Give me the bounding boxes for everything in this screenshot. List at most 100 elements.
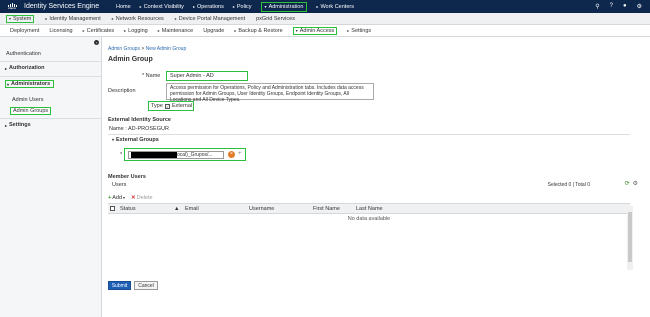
subnav-label: System	[13, 15, 32, 22]
column-first-name[interactable]: First Name	[313, 206, 340, 212]
external-groups-title[interactable]: ▾ External Groups	[112, 137, 159, 143]
cancel-button[interactable]: Cancel	[134, 281, 158, 290]
tab-logging[interactable]: ▸ Logging	[124, 28, 148, 34]
sort-icon[interactable]: ▲	[174, 206, 179, 212]
settings-icon[interactable]: ⚙	[633, 180, 638, 187]
system-subnav: Deployment Licensing ▸ Certificates ▸ Logg…	[0, 25, 650, 37]
column-status[interactable]: Status	[120, 206, 136, 212]
member-users-toolbar: + Add ▾ ✕ Delete	[108, 192, 630, 204]
divider	[108, 134, 630, 135]
caret-right-icon: ▸	[139, 4, 142, 9]
caret-right-icon: ▸	[111, 16, 114, 21]
caret-right-icon: ▸	[82, 28, 85, 33]
delete-button[interactable]: ✕ Delete	[131, 195, 153, 201]
breadcrumb-separator: >	[141, 46, 145, 52]
sidebar-item-settings[interactable]: ▸ Settings	[5, 122, 31, 128]
subnav-device-portal-management[interactable]: ▸ Device Portal Management	[175, 16, 245, 22]
column-username[interactable]: Username	[249, 206, 274, 212]
caret-right-icon: ▸	[5, 65, 8, 71]
sidebar-item-admin-users[interactable]: Admin Users	[12, 97, 43, 103]
external-identity-title: External Identity Source	[108, 117, 171, 123]
tab-maintenance[interactable]: ▸ Maintenance	[158, 28, 194, 34]
external-group-value: ocal)_Grupos/...	[177, 152, 213, 158]
required-mark: *	[142, 73, 145, 79]
tab-licensing[interactable]: Licensing	[49, 28, 72, 34]
top-nav: Home ▸ Context Visibility ▸ Operations ▸ Po…	[116, 1, 354, 12]
top-nav-label: Policy	[236, 3, 252, 10]
subnav-pxgrid-services[interactable]: pxGrid Services	[256, 16, 295, 22]
search-icon[interactable]: ⚲	[595, 3, 599, 10]
submit-button[interactable]: Submit	[108, 281, 131, 290]
tab-backup-restore[interactable]: ▸ Backup & Restore	[234, 28, 282, 34]
page-title: Admin Group	[108, 56, 153, 63]
empty-table-message: No data available	[347, 216, 391, 222]
tab-upgrade[interactable]: Upgrade	[203, 28, 224, 34]
caret-down-icon: ▾	[7, 81, 10, 87]
tab-label: Deployment	[10, 27, 40, 34]
top-nav-policy[interactable]: ▸ Policy	[233, 4, 252, 10]
subnav-identity-management[interactable]: ▸ Identity Management	[45, 16, 100, 22]
breadcrumb-current: New Admin Group	[145, 46, 187, 52]
sidebar-item-label: Settings	[9, 122, 31, 128]
caret-right-icon: ▸	[234, 28, 237, 33]
column-last-name[interactable]: Last Name	[356, 206, 383, 212]
gear-icon[interactable]: ⚙	[637, 3, 642, 10]
tab-deployment[interactable]: Deployment	[10, 28, 39, 34]
breadcrumb-parent-link[interactable]: Admin Groups	[108, 46, 140, 52]
checkbox	[110, 206, 115, 211]
name-field[interactable]: Super Admin - AD	[166, 71, 248, 81]
select-all-checkbox[interactable]	[110, 206, 115, 211]
caret-down-icon: ▾	[9, 16, 12, 21]
remove-group-icon[interactable]: ×	[228, 151, 235, 158]
plus-icon: +	[108, 194, 112, 201]
caret-right-icon: ▸	[5, 122, 8, 128]
breadcrumb: Admin Groups > New Admin Group	[108, 46, 186, 52]
divider	[0, 76, 101, 77]
description-field[interactable]: Access permission for Operations, Policy…	[166, 83, 374, 103]
tab-certificates[interactable]: ▸ Certificates	[83, 28, 115, 34]
external-group-select[interactable]: ocal)_Grupos/...	[128, 151, 224, 159]
caret-right-icon: ▸	[316, 4, 319, 9]
caret-right-icon: ▸	[124, 28, 127, 33]
top-nav-label: Context Visibility	[143, 3, 184, 10]
user-icon[interactable]: ●	[623, 3, 627, 10]
table-scrollbar[interactable]	[627, 206, 633, 270]
tab-label: Licensing	[49, 27, 73, 34]
external-group-row: ocal)_Grupos/... × +	[124, 148, 246, 161]
external-groups-label: External Groups	[116, 137, 159, 143]
admin-subnav: ▾ System ▸ Identity Management ▸ Network Re…	[0, 13, 650, 25]
top-nav-administration[interactable]: ▾ Administration	[260, 1, 308, 12]
top-nav-work-centers[interactable]: ▸ Work Centers	[316, 4, 354, 10]
sidebar-item-admin-groups[interactable]: Admin Groups	[10, 107, 52, 115]
collapse-sidebar-icon[interactable]: ‹	[94, 40, 99, 45]
sidebar-item-authorization[interactable]: ▸ Authorization	[5, 65, 44, 71]
tab-label: Admin Access	[299, 27, 335, 34]
top-nav-context-visibility[interactable]: ▸ Context Visibility	[140, 4, 184, 10]
tab-label: Maintenance	[161, 27, 194, 34]
subnav-system[interactable]: ▾ System	[6, 14, 35, 23]
tab-admin-access[interactable]: ▾ Admin Access	[292, 26, 338, 35]
help-icon[interactable]: ?	[610, 3, 613, 10]
subnav-label: Identity Management	[49, 15, 101, 22]
add-group-icon[interactable]: +	[238, 151, 242, 157]
redacted-text	[131, 152, 177, 158]
external-checkbox[interactable]: ✓	[164, 103, 170, 109]
top-nav-label: Administration	[268, 3, 304, 10]
subnav-network-resources[interactable]: ▸ Network Resources	[112, 16, 164, 22]
top-nav-home[interactable]: Home	[116, 4, 131, 10]
sidebar-item-administrators[interactable]: ▾ Administrators	[5, 80, 55, 88]
refresh-icon[interactable]: ⟳	[625, 180, 630, 187]
tab-label: Backup & Restore	[238, 27, 283, 34]
column-email[interactable]: Email	[185, 206, 199, 212]
name-label-text: Name	[145, 73, 161, 79]
tab-settings[interactable]: ▸ Settings	[347, 28, 371, 34]
top-nav-operations[interactable]: ▸ Operations	[193, 4, 224, 10]
sidebar-item-authentication[interactable]: Authentication	[6, 51, 41, 57]
tab-label: Settings	[351, 27, 372, 34]
top-nav-label: Work Centers	[320, 3, 354, 10]
caret-right-icon: ▸	[232, 4, 235, 9]
delete-x-icon: ✕	[131, 194, 136, 201]
add-button[interactable]: + Add ▾	[108, 195, 125, 201]
top-nav-label: Operations	[196, 3, 224, 10]
scrollbar-thumb[interactable]	[628, 212, 632, 262]
